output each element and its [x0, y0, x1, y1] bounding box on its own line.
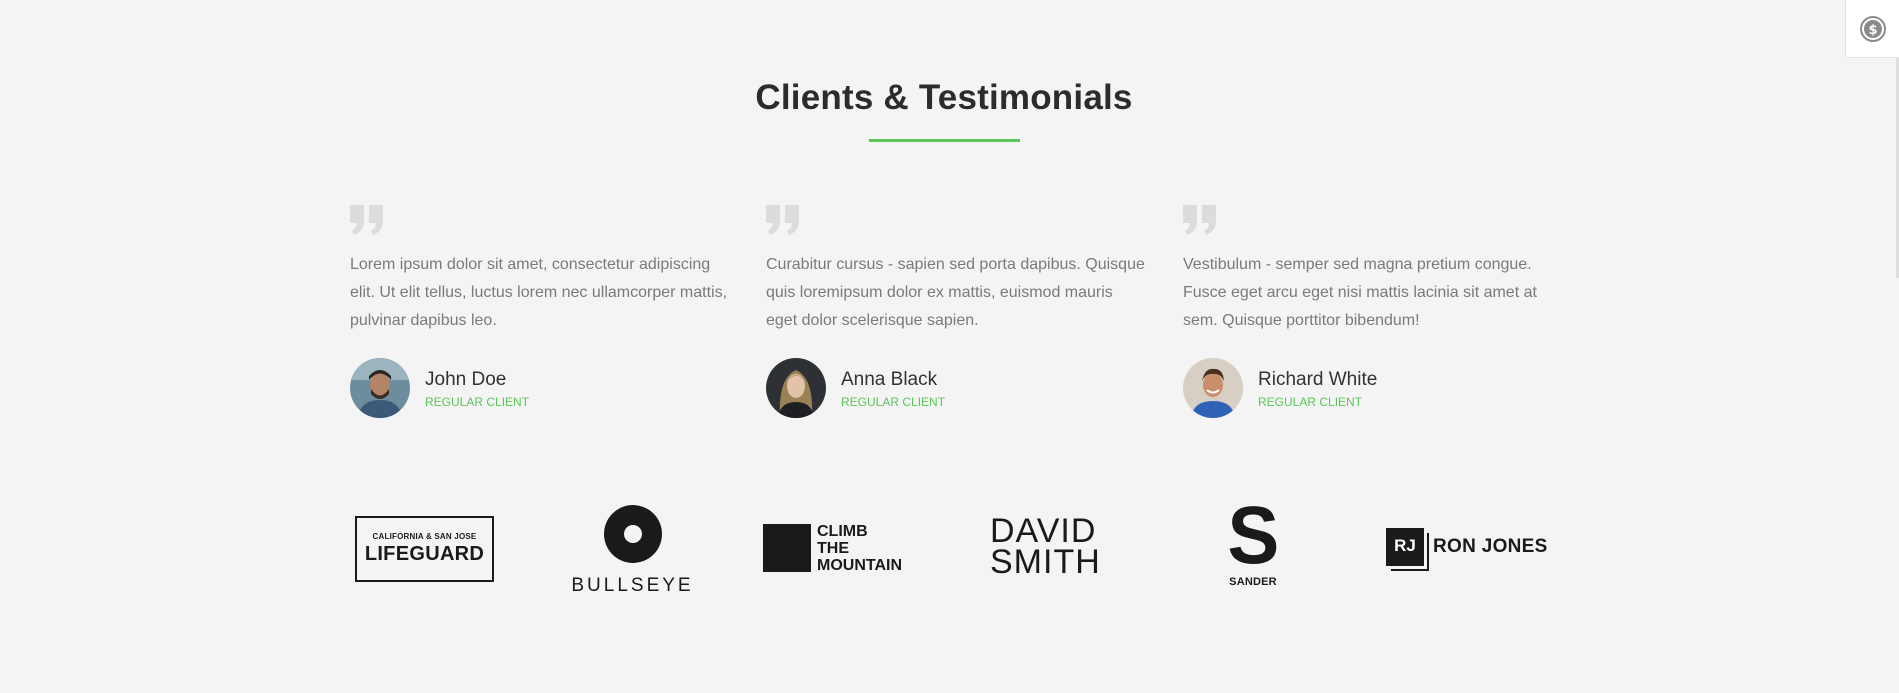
author-name: Richard White [1258, 368, 1378, 390]
title-underline [869, 139, 1020, 142]
testimonials-page: $ Clients & Testimonials Lorem ipsum dol… [0, 0, 1899, 693]
client-logo-climb-the-mountain: CLIMB THE MOUNTAIN [763, 522, 902, 574]
lifeguard-logo-name: LIFEGUARD [364, 543, 485, 565]
author-name: John Doe [425, 368, 507, 390]
testimonial-card: Lorem ipsum dolor sit amet, consectetur … [350, 205, 730, 418]
pricing-widget-button[interactable]: $ [1845, 0, 1899, 58]
sander-logo-mark: S [1227, 490, 1279, 581]
testimonial-author: John Doe REGULAR CLIENT [350, 358, 730, 418]
author-role: REGULAR CLIENT [841, 394, 946, 409]
client-logo-david-smith: DAVID SMITH [990, 512, 1101, 581]
testimonial-author: Anna Black REGULAR CLIENT [766, 358, 1146, 418]
testimonial-quote: Vestibulum - semper sed magna pretium co… [1183, 256, 1537, 329]
author-role: REGULAR CLIENT [1258, 394, 1363, 409]
client-logo-bullseye: BULLSEYE [565, 505, 700, 597]
author-name: Anna Black [841, 368, 938, 390]
lifeguard-logo-subtitle: CALIFORNIA & SAN JOSE [372, 532, 477, 541]
testimonial-card: Vestibulum - semper sed magna pretium co… [1183, 205, 1563, 418]
testimonial-quote: Curabitur cursus - sapien sed porta dapi… [766, 256, 1145, 329]
avatar [350, 358, 410, 418]
quote-icon [350, 205, 383, 235]
avatar [766, 358, 826, 418]
man-portrait-avatar-icon [1183, 358, 1243, 418]
client-logo-sander: S SANDER [1225, 490, 1281, 589]
client-logo-ron-jones: RJ RON JONES [1386, 528, 1548, 566]
square-mark-icon [763, 524, 811, 572]
testimonial-quote: Lorem ipsum dolor sit amet, consectetur … [350, 256, 728, 329]
man-portrait-avatar-icon [350, 358, 410, 418]
bullseye-logo-name: BULLSEYE [571, 575, 694, 596]
section-title: Clients & Testimonials [755, 78, 1133, 117]
climb-logo-name: CLIMB THE MOUNTAIN [817, 522, 903, 574]
testimonial-card: Curabitur cursus - sapien sed porta dapi… [766, 205, 1146, 418]
woman-portrait-avatar-icon [766, 358, 826, 418]
quote-icon [766, 205, 799, 235]
client-logo-lifeguard: CALIFORNIA & SAN JOSE LIFEGUARD [355, 516, 494, 582]
svg-text:$: $ [1868, 23, 1877, 38]
bullseye-target-icon [603, 505, 662, 563]
dollar-coin-icon: $ [1859, 15, 1886, 42]
rj-logo-mark: RJ [1386, 528, 1424, 566]
testimonial-author: Richard White REGULAR CLIENT [1183, 358, 1563, 418]
author-role: REGULAR CLIENT [425, 394, 530, 409]
ron-jones-logo-name: RON JONES [1433, 536, 1548, 557]
avatar [1183, 358, 1243, 418]
quote-icon [1183, 205, 1216, 235]
